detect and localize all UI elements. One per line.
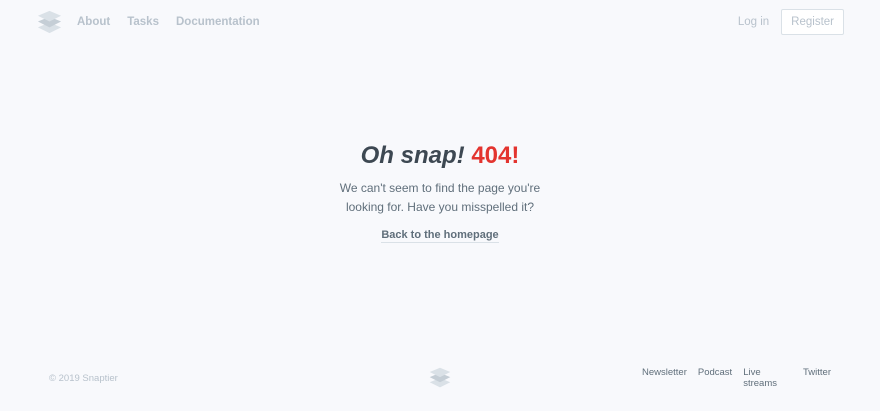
back-to-homepage-link[interactable]: Back to the homepage xyxy=(381,229,499,243)
nav-link-documentation[interactable]: Documentation xyxy=(176,16,260,28)
footer-link-podcast[interactable]: Podcast xyxy=(698,367,732,389)
register-button[interactable]: Register xyxy=(781,9,844,35)
nav-link-about[interactable]: About xyxy=(77,16,110,28)
copyright: © 2019 Snaptier xyxy=(49,372,118,384)
error-headline: Oh snap! 404! xyxy=(0,140,880,172)
footer-link-newsletter[interactable]: Newsletter xyxy=(642,367,687,389)
site-footer: © 2019 Snaptier Newsletter Podcast Live … xyxy=(0,364,880,392)
site-header: About Tasks Documentation Log in Registe… xyxy=(0,0,880,44)
headline-text: Oh snap! xyxy=(360,142,465,169)
footer-nav: Newsletter Podcast Live streams Twitter xyxy=(631,367,831,389)
page: About Tasks Documentation Log in Registe… xyxy=(0,0,880,411)
footer-link-live-streams[interactable]: Live streams xyxy=(743,367,792,389)
login-link[interactable]: Log in xyxy=(738,16,769,28)
primary-nav: About Tasks Documentation xyxy=(36,9,277,36)
account-nav: Log in Register xyxy=(738,9,844,35)
nav-link-tasks[interactable]: Tasks xyxy=(127,16,159,28)
error-code: 404! xyxy=(471,142,520,169)
footer-logo-icon[interactable] xyxy=(428,366,452,390)
logo-icon[interactable] xyxy=(36,9,63,36)
error-message: We can't seem to find the page you're lo… xyxy=(339,181,541,214)
error-content: Oh snap! 404! We can't seem to find the … xyxy=(0,140,880,243)
footer-link-twitter[interactable]: Twitter xyxy=(803,367,831,389)
